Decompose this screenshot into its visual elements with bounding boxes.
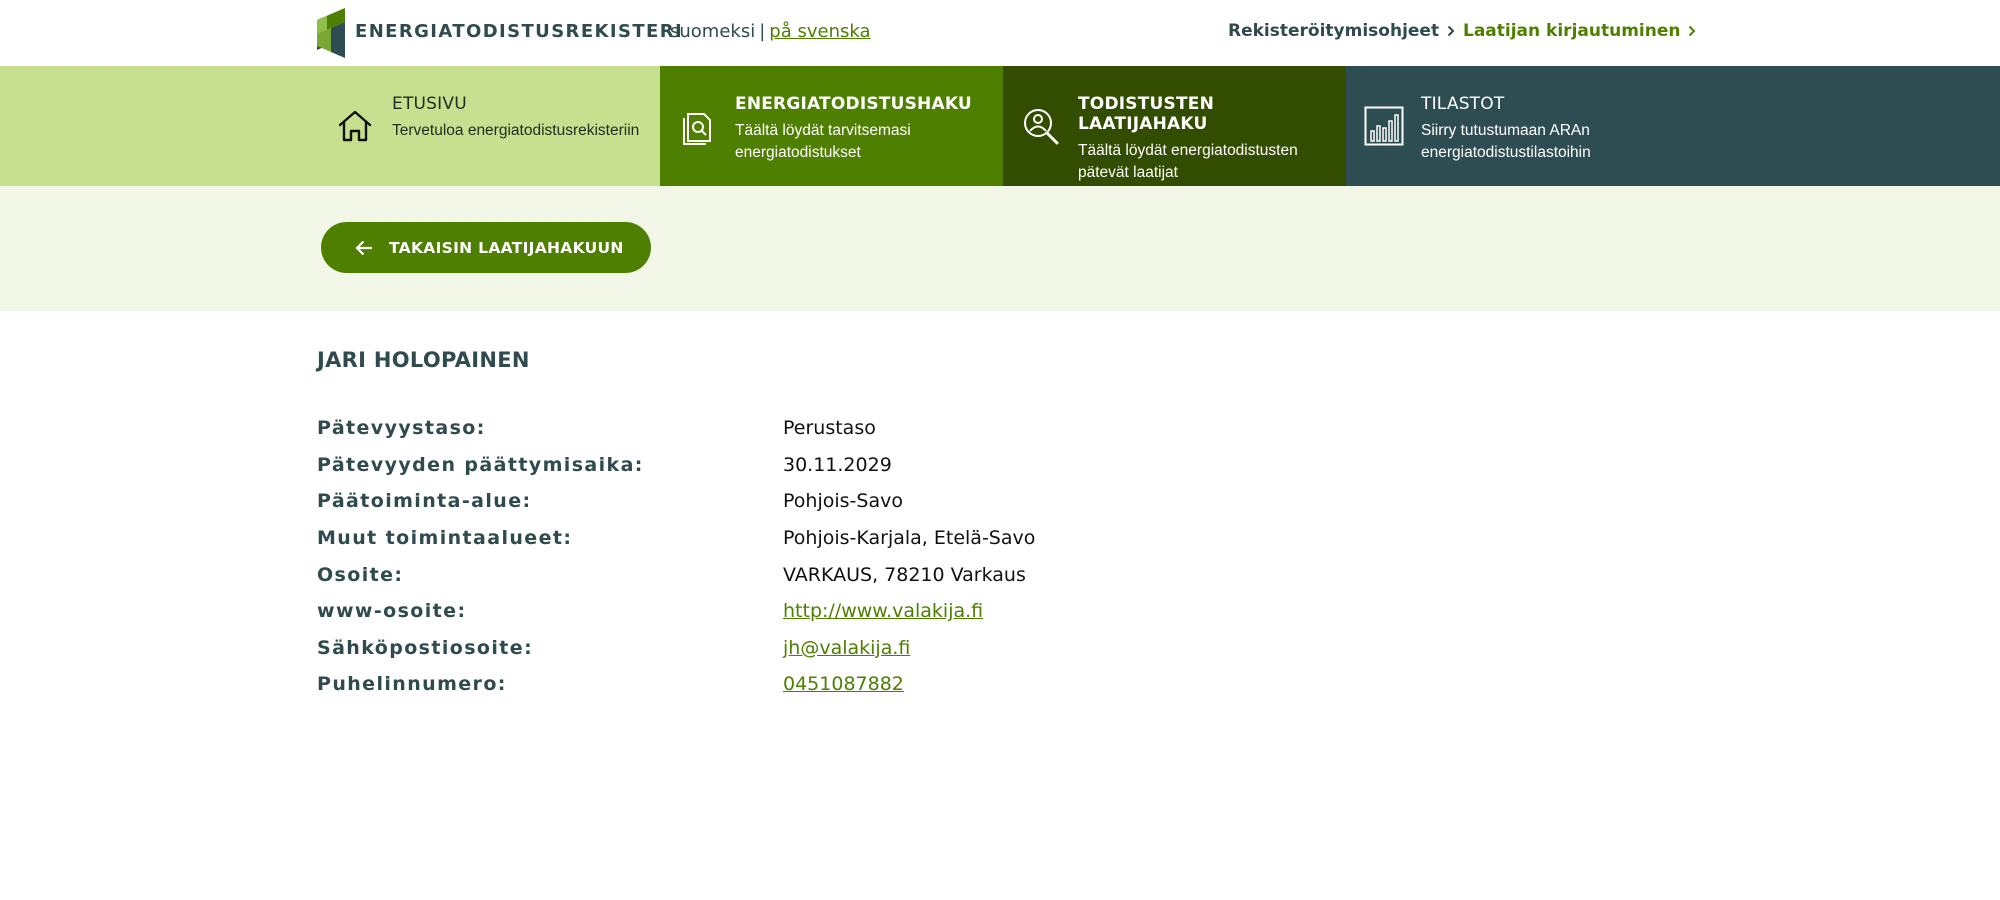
author-login-label: Laatijan kirjautuminen: [1463, 21, 1681, 41]
detail-row: Puhelinnumero: 0451087882: [317, 666, 1217, 703]
site-logo[interactable]: [317, 8, 345, 58]
author-login-link[interactable]: Laatijan kirjautuminen: [1463, 21, 1696, 41]
detail-label: Pätevyyden päättymisaika:: [317, 453, 644, 476]
detail-label: Osoite:: [317, 563, 404, 586]
back-to-search-button[interactable]: TAKAISIN LAATIJAHAKUUN: [321, 222, 651, 273]
arrow-left-icon: [355, 240, 372, 255]
registration-instructions-label: Rekisteröitymisohjeet: [1228, 21, 1440, 41]
detail-value: VARKAUS, 78210 Varkaus: [783, 563, 1026, 586]
person-name: JARI HOLOPAINEN: [317, 348, 530, 372]
back-button-label: TAKAISIN LAATIJAHAKUUN: [389, 238, 624, 257]
nav-description: Täältä löydät energiatodistusten pätevät…: [1078, 142, 1298, 181]
house-logo-icon: [317, 8, 345, 58]
person-details: Pätevyystaso: Perustaso Pätevyyden päätt…: [317, 410, 1217, 703]
chevron-right-icon: [1689, 25, 1696, 37]
nav-title: ENERGIATODISTUSHAKU: [735, 94, 972, 114]
bar-chart-icon: [1364, 106, 1404, 146]
detail-row: Muut toimintaalueet: Pohjois-Karjala, Et…: [317, 520, 1217, 557]
nav-description: Täältä löydät tarvitsemasi energiatodist…: [735, 122, 911, 161]
detail-value: Pohjois-Karjala, Etelä-Savo: [783, 527, 1036, 550]
nav-item-laatijahaku[interactable]: TODISTUSTEN LAATIJAHAKU Täältä löydät en…: [1003, 66, 1346, 186]
nav-item-energiatodistushaku[interactable]: ENERGIATODISTUSHAKU Täältä löydät tarvit…: [660, 66, 1003, 186]
nav-description: Siirry tutustumaan ARAn energiatodistust…: [1421, 122, 1591, 161]
site-header: ENERGIATODISTUSREKISTERI suomeksi | på sve…: [0, 0, 2000, 66]
nav-text: TODISTUSTEN LAATIJAHAKU Täältä löydät en…: [1078, 94, 1346, 184]
registration-instructions-link[interactable]: Rekisteröitymisohjeet: [1228, 21, 1455, 41]
chevron-right-icon: [1447, 25, 1455, 37]
detail-label: Puhelinnumero:: [317, 673, 507, 696]
nav-description: Tervetuloa energiatodistusrekisteriin: [392, 122, 640, 139]
nav-title: TODISTUSTEN LAATIJAHAKU: [1078, 94, 1215, 134]
detail-label: Päätoiminta-alue:: [317, 490, 532, 513]
document-search-icon: [683, 113, 711, 145]
nav-item-tilastot[interactable]: TILASTOT Siirry tutustumaan ARAn energia…: [1346, 66, 1689, 186]
nav-text: TILASTOT Siirry tutustumaan ARAn energia…: [1421, 94, 1681, 164]
website-link[interactable]: http://www.valakija.fi: [783, 600, 983, 622]
detail-row: Pätevyystaso: Perustaso: [317, 410, 1217, 447]
person-search-icon: [1024, 109, 1059, 145]
home-icon: [338, 110, 372, 142]
language-switcher: suomeksi | på svenska: [670, 21, 871, 42]
detail-value-container: jh@valakija.fi: [783, 637, 910, 659]
nav-text: ENERGIATODISTUSHAKU Täältä löydät tarvit…: [735, 94, 995, 164]
detail-row: www-osoite: http://www.valakija.fi: [317, 593, 1217, 630]
main-navigation: ETUSIVU Tervetuloa energiatodistusrekist…: [0, 66, 2000, 186]
language-current: suomeksi: [670, 21, 756, 42]
detail-value: 30.11.2029: [783, 453, 892, 476]
language-separator: |: [759, 21, 766, 42]
detail-row: Pätevyyden päättymisaika: 30.11.2029: [317, 447, 1217, 484]
detail-value-container: http://www.valakija.fi: [783, 600, 983, 622]
detail-row: Päätoiminta-alue: Pohjois-Savo: [317, 483, 1217, 520]
email-link[interactable]: jh@valakija.fi: [783, 637, 910, 659]
detail-label: www-osoite:: [317, 600, 467, 623]
detail-label: Muut toimintaalueet:: [317, 527, 573, 550]
back-band: [0, 186, 2000, 311]
site-brand[interactable]: ENERGIATODISTUSREKISTERI: [355, 21, 683, 42]
language-swedish-link[interactable]: på svenska: [769, 21, 870, 42]
detail-row: Sähköpostiosoite: jh@valakija.fi: [317, 630, 1217, 667]
nav-fill: [1689, 66, 2000, 186]
nav-text: ETUSIVU Tervetuloa energiatodistusrekist…: [392, 94, 652, 142]
detail-value: Perustaso: [783, 417, 876, 440]
detail-value: Pohjois-Savo: [783, 490, 903, 513]
detail-value-container: 0451087882: [783, 673, 904, 695]
nav-title: TILASTOT: [1421, 94, 1505, 114]
nav-title: ETUSIVU: [392, 94, 467, 114]
phone-link[interactable]: 0451087882: [783, 673, 904, 695]
detail-row: Osoite: VARKAUS, 78210 Varkaus: [317, 556, 1217, 593]
nav-item-etusivu[interactable]: ETUSIVU Tervetuloa energiatodistusrekist…: [317, 66, 660, 186]
detail-label: Sähköpostiosoite:: [317, 636, 534, 659]
detail-label: Pätevyystaso:: [317, 417, 486, 440]
nav-fill: [0, 66, 317, 186]
